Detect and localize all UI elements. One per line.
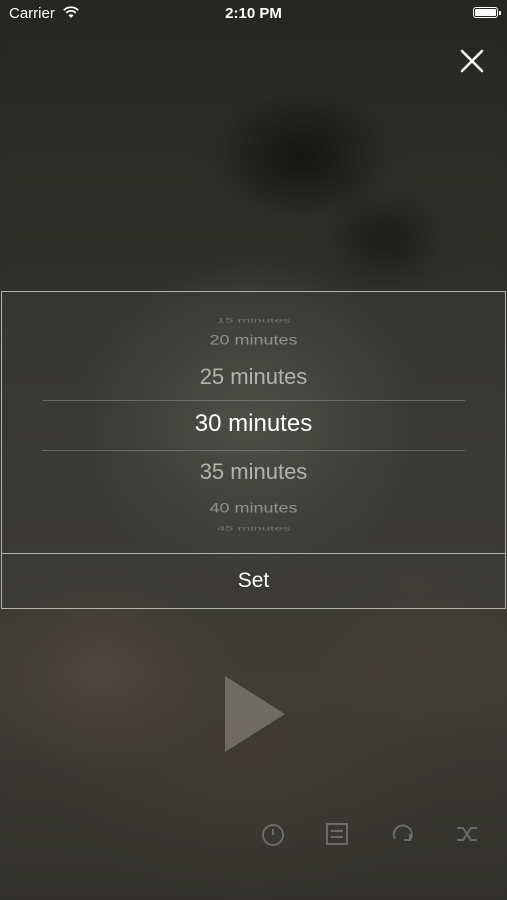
playlist-icon[interactable] [322,819,352,849]
battery-nub [499,11,501,15]
repeat-icon[interactable] [388,819,418,849]
shuffle-icon[interactable] [452,819,482,849]
close-icon[interactable] [455,44,489,78]
timer-icon[interactable] [258,819,288,849]
picker-option[interactable]: 45 minutes [2,525,505,533]
minutes-picker-wheel[interactable]: 15 minutes 20 minutes 25 minutes 30 minu… [2,292,505,555]
sleep-timer-screen: Carrier 2:10 PM 15 minutes 20 minutes 25… [0,0,507,900]
battery-icon [473,7,501,18]
picker-option[interactable]: 15 minutes [2,317,505,325]
status-time: 2:10 PM [225,5,282,22]
picker-option-selected[interactable]: 30 minutes [2,410,505,438]
bottom-toolbar [0,815,507,855]
status-bar: Carrier 2:10 PM [0,0,507,28]
picker-option[interactable]: 20 minutes [2,333,505,349]
play-icon[interactable] [219,672,289,756]
battery-fill [475,9,496,16]
selection-indicator-top [42,400,465,401]
timer-picker-panel: 15 minutes 20 minutes 25 minutes 30 minu… [1,291,506,609]
picker-option[interactable]: 35 minutes [2,459,505,485]
picker-option[interactable]: 25 minutes [2,364,505,390]
selection-indicator-bottom [42,450,465,451]
picker-option[interactable]: 40 minutes [2,501,505,517]
set-button[interactable]: Set [2,553,505,608]
